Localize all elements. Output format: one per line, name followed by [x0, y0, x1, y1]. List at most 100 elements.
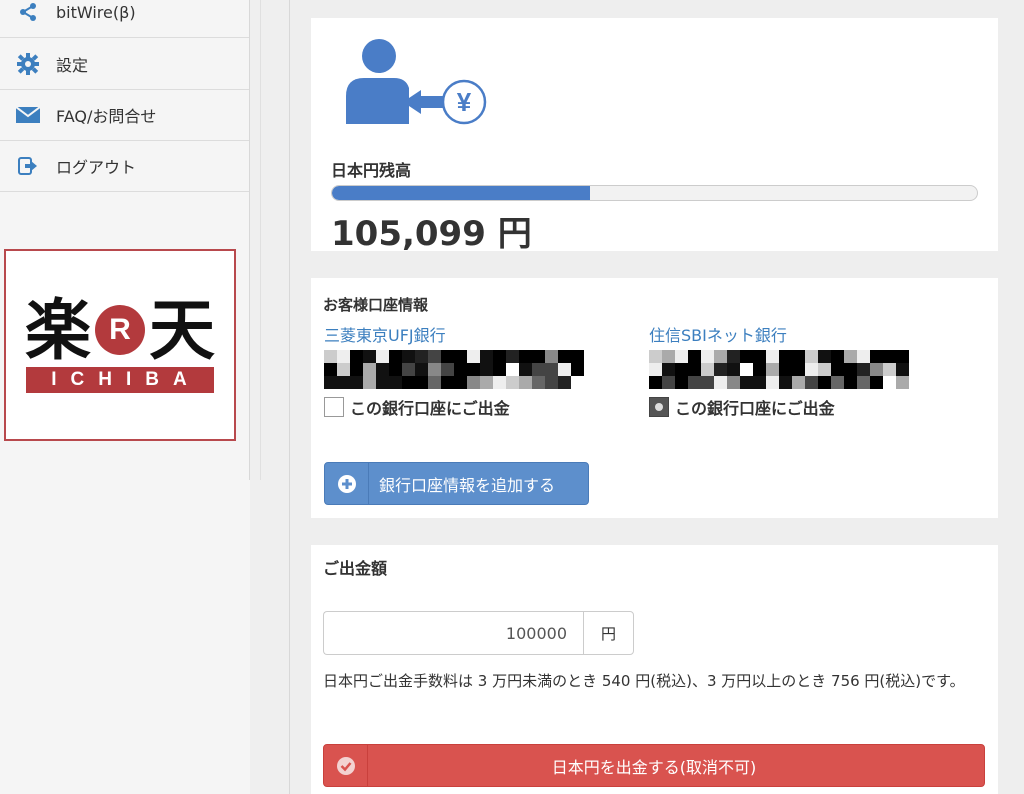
redacted-account-mosaic — [649, 350, 909, 389]
logo-kanji-right: 天 — [149, 291, 215, 369]
redacted-account-mosaic — [324, 350, 584, 389]
mosaic-cell — [350, 363, 363, 376]
mosaic-cell — [532, 376, 545, 389]
bank-info-title: お客様口座情報 — [323, 296, 429, 314]
balance-label: 日本円残高 — [331, 161, 412, 180]
mosaic-cell — [883, 350, 896, 363]
sidebar-divider-inner — [260, 0, 261, 480]
checkbox[interactable] — [324, 397, 344, 417]
mosaic-cell — [818, 350, 831, 363]
mosaic-cell — [454, 363, 467, 376]
withdraw-amount-group: 円 — [323, 611, 634, 655]
mosaic-cell — [714, 376, 727, 389]
mosaic-cell — [545, 363, 558, 376]
sidebar-item-faq[interactable]: FAQ/お問合せ — [0, 90, 249, 141]
mosaic-cell — [753, 350, 766, 363]
mosaic-cell — [662, 376, 675, 389]
mosaic-cell — [727, 363, 740, 376]
mosaic-cell — [415, 350, 428, 363]
mosaic-cell — [857, 376, 870, 389]
sidebar-divider — [249, 0, 250, 480]
mosaic-cell — [857, 363, 870, 376]
mosaic-cell — [493, 376, 506, 389]
mosaic-cell — [428, 350, 441, 363]
rakuten-ad-banner[interactable]: 楽天 楽 R 天 ICHIBA — [4, 249, 236, 441]
mosaic-cell — [675, 350, 688, 363]
mosaic-cell — [701, 376, 714, 389]
bank-name-link[interactable]: 住信SBIネット銀行 — [649, 322, 909, 346]
mosaic-cell — [337, 350, 350, 363]
withdraw-amount-input[interactable] — [323, 611, 583, 655]
mosaic-cell — [467, 363, 480, 376]
mosaic-cell — [805, 350, 818, 363]
mosaic-cell — [493, 350, 506, 363]
logout-icon — [0, 157, 56, 175]
mosaic-cell — [766, 363, 779, 376]
sidebar-item-label: FAQ/お問合せ — [56, 107, 157, 126]
mosaic-cell — [870, 363, 883, 376]
mosaic-cell — [441, 350, 454, 363]
mosaic-cell — [857, 350, 870, 363]
sidebar-item-logout[interactable]: ログアウト — [0, 141, 249, 192]
rakuten-logo: 楽天 楽 R 天 — [25, 297, 215, 363]
checkbox-label: この銀行口座にご出金 — [675, 399, 835, 418]
withdraw-to-bank-checkbox-2[interactable]: この銀行口座にご出金 — [649, 395, 909, 419]
sidebar-item-settings[interactable]: 設定 — [0, 39, 249, 90]
add-bank-account-button[interactable]: 銀行口座情報を追加する — [324, 462, 589, 505]
mosaic-cell — [688, 350, 701, 363]
mosaic-cell — [779, 363, 792, 376]
logo-kanji-left: 楽 — [25, 291, 91, 369]
withdraw-fee-note: 日本円ご出金手数料は 3 万円未満のとき 540 円(税込)、3 万円以上のとき… — [323, 672, 965, 690]
checkbox-label: この銀行口座にご出金 — [350, 399, 510, 418]
mosaic-cell — [441, 363, 454, 376]
mosaic-cell — [779, 350, 792, 363]
mosaic-cell — [571, 363, 584, 376]
sidebar-item-label: bitWire(β) — [56, 2, 136, 22]
mosaic-cell — [467, 350, 480, 363]
deposit-user-yen-icon: ¥ — [343, 38, 493, 132]
mosaic-cell — [389, 350, 402, 363]
mosaic-cell — [714, 350, 727, 363]
mosaic-cell — [714, 363, 727, 376]
mosaic-cell — [519, 350, 532, 363]
mosaic-cell — [792, 363, 805, 376]
mosaic-cell — [701, 363, 714, 376]
mosaic-cell — [324, 350, 337, 363]
mosaic-cell — [844, 376, 857, 389]
mosaic-cell — [896, 363, 909, 376]
mosaic-cell — [844, 363, 857, 376]
mosaic-cell — [844, 350, 857, 363]
mosaic-cell — [376, 350, 389, 363]
mosaic-cell — [649, 363, 662, 376]
mosaic-cell — [896, 376, 909, 389]
mosaic-cell — [662, 350, 675, 363]
gear-icon — [0, 53, 56, 75]
mosaic-cell — [870, 350, 883, 363]
mosaic-cell — [766, 376, 779, 389]
mosaic-cell — [753, 363, 766, 376]
mosaic-cell — [558, 350, 571, 363]
sidebar-item-label: 設定 — [56, 56, 89, 75]
mosaic-cell — [428, 363, 441, 376]
mosaic-cell — [740, 376, 753, 389]
mosaic-cell — [883, 376, 896, 389]
mosaic-cell — [571, 350, 584, 363]
logo-r-mark: R — [95, 305, 145, 355]
mosaic-cell — [688, 363, 701, 376]
sidebar-item-bitwire[interactable]: bitWire(β) — [0, 0, 249, 38]
mosaic-cell — [337, 363, 350, 376]
mosaic-cell — [558, 363, 571, 376]
mosaic-cell — [818, 376, 831, 389]
mosaic-cell — [688, 376, 701, 389]
withdraw-jpy-button[interactable]: 日本円を出金する(取消不可) — [323, 744, 985, 787]
mosaic-cell — [545, 350, 558, 363]
mosaic-cell — [727, 350, 740, 363]
withdraw-to-bank-checkbox-1[interactable]: この銀行口座にご出金 — [324, 395, 584, 419]
mosaic-cell — [558, 376, 571, 389]
checkbox-checked[interactable] — [649, 397, 669, 417]
mosaic-cell — [727, 376, 740, 389]
bank-name-link[interactable]: 三菱東京UFJ銀行 — [324, 322, 584, 346]
balance-amount: 105,099 円 — [331, 214, 532, 254]
plus-circle-icon — [325, 463, 369, 504]
mosaic-cell — [376, 363, 389, 376]
